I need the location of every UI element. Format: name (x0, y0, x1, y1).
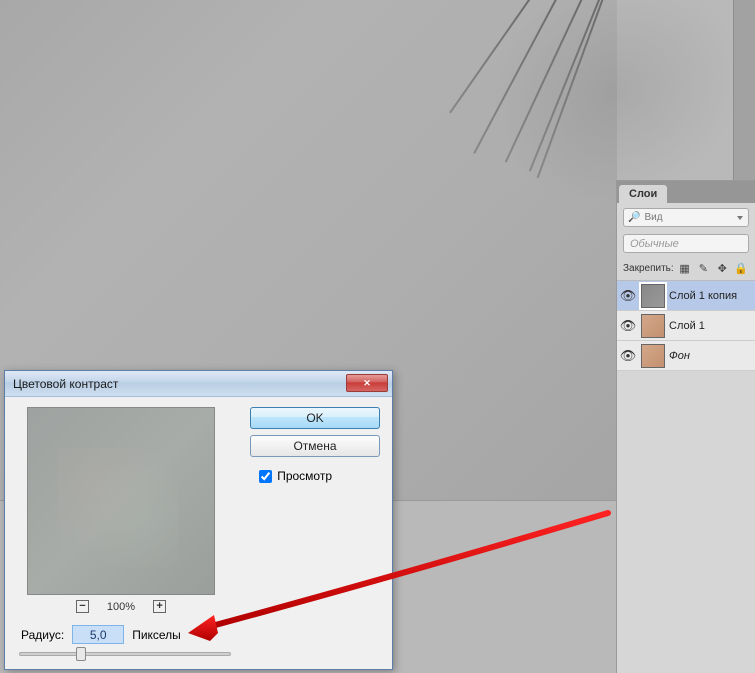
layer-row[interactable]: 👁 Фон (617, 341, 755, 371)
visibility-eye-icon[interactable]: 👁 (619, 348, 637, 364)
radius-control-row: Радиус: Пикселы (21, 625, 181, 644)
zoom-in-button[interactable]: + (153, 600, 166, 613)
layer-row[interactable]: 👁 Слой 1 копия (617, 281, 755, 311)
close-icon: ✕ (363, 378, 371, 389)
image-detail-hair (397, 0, 617, 200)
layer-name-label[interactable]: Слой 1 копия (669, 290, 737, 302)
blend-mode-select[interactable]: Обычные (623, 234, 749, 253)
canvas-right-edge (733, 0, 755, 180)
radius-input[interactable] (72, 625, 124, 644)
ok-button[interactable]: OK (250, 407, 380, 429)
lock-label: Закрепить: (623, 263, 674, 274)
lock-transparent-icon[interactable]: ▦ (677, 260, 693, 276)
zoom-level-label: 100% (107, 601, 135, 613)
visibility-eye-icon[interactable]: 👁 (619, 288, 637, 304)
close-button[interactable]: ✕ (346, 374, 388, 392)
layer-kind-select[interactable]: 🔎 Вид (623, 208, 749, 227)
dialog-body: − 100% + OK Отмена Просмотр Радиус: Пикс… (5, 397, 392, 669)
layer-list: 👁 Слой 1 копия 👁 Слой 1 👁 Фон (617, 281, 755, 371)
minus-icon: − (79, 601, 85, 612)
preview-checkbox-row[interactable]: Просмотр (259, 469, 332, 483)
search-icon: 🔎 (628, 212, 640, 223)
layer-name-label[interactable]: Фон (669, 350, 690, 362)
radius-slider-thumb[interactable] (76, 647, 86, 661)
filter-preview[interactable] (27, 407, 215, 595)
layer-name-label[interactable]: Слой 1 (669, 320, 705, 332)
zoom-out-button[interactable]: − (76, 600, 89, 613)
dialog-title: Цветовой контраст (13, 377, 118, 391)
visibility-eye-icon[interactable]: 👁 (619, 318, 637, 334)
preview-checkbox[interactable] (259, 470, 272, 483)
layer-thumbnail[interactable] (641, 344, 665, 368)
cancel-button[interactable]: Отмена (250, 435, 380, 457)
radius-label: Радиус: (21, 628, 64, 642)
layer-filter-row: 🔎 Вид (617, 203, 755, 232)
lock-position-icon[interactable]: ✥ (714, 260, 730, 276)
radius-slider[interactable] (19, 652, 231, 656)
high-pass-dialog: Цветовой контраст ✕ − 100% + OK Отмена П… (4, 370, 393, 670)
lock-row: Закрепить: ▦ ✎ ✥ 🔒 (617, 255, 755, 281)
blend-mode-row: Обычные (617, 232, 755, 255)
preview-checkbox-label: Просмотр (277, 469, 332, 483)
plus-icon: + (156, 601, 162, 612)
layer-thumbnail[interactable] (641, 284, 665, 308)
lock-image-icon[interactable]: ✎ (696, 260, 712, 276)
layer-row[interactable]: 👁 Слой 1 (617, 311, 755, 341)
zoom-controls: − 100% + (27, 600, 215, 613)
layers-panel: Слои 🔎 Вид Обычные Закрепить: ▦ ✎ ✥ 🔒 👁 … (616, 180, 755, 673)
dialog-titlebar[interactable]: Цветовой контраст ✕ (5, 371, 392, 397)
radius-unit-label: Пикселы (132, 628, 181, 642)
layer-thumbnail[interactable] (641, 314, 665, 338)
lock-all-icon[interactable]: 🔒 (733, 260, 749, 276)
tab-layers[interactable]: Слои (619, 185, 667, 203)
panel-tabs: Слои (617, 181, 755, 203)
